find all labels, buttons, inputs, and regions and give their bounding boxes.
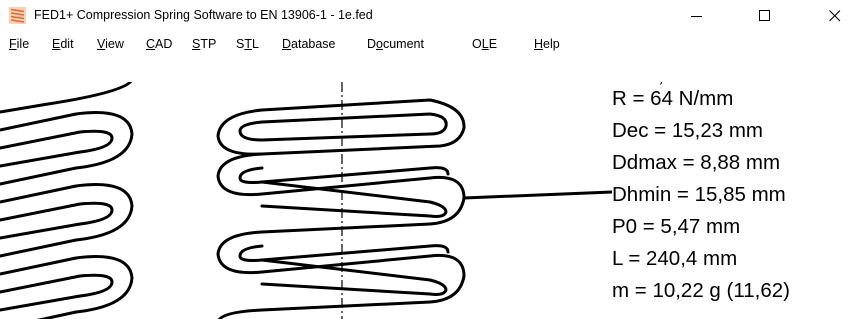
minimize-button[interactable]: [674, 0, 720, 31]
menu-view[interactable]: View: [97, 32, 124, 56]
result-dhmin: Dhmin = 15,85 mm: [612, 183, 786, 206]
minimize-icon: [691, 15, 702, 17]
menu-document[interactable]: Document: [367, 32, 424, 56]
menu-file[interactable]: File: [9, 32, 29, 56]
close-icon: [829, 9, 841, 21]
menu-stl[interactable]: STL: [236, 32, 259, 56]
result-spring-rate: R = 64 N/mm: [612, 87, 734, 110]
menu-bar: File Edit View CAD STP STL Database Docu…: [0, 32, 859, 56]
result-mass: m = 10,22 g (11,62): [612, 279, 790, 302]
title-bar[interactable]: FED1+ Compression Spring Software to EN …: [0, 0, 859, 31]
result-ddmax: Ddmax = 8,88 mm: [612, 151, 781, 174]
menu-stp[interactable]: STP: [192, 32, 216, 56]
result-length: L = 240,4 mm: [612, 247, 738, 270]
maximize-button[interactable]: [742, 0, 788, 31]
close-button[interactable]: [812, 0, 858, 31]
menu-help[interactable]: Help: [534, 32, 560, 56]
result-p0: P0 = 5,47 mm: [612, 215, 741, 238]
menu-database[interactable]: Database: [282, 32, 336, 56]
menu-edit[interactable]: Edit: [52, 32, 74, 56]
maximize-icon: [759, 9, 770, 21]
spring-drawing[interactable]: [0, 82, 612, 319]
menu-cad[interactable]: CAD: [146, 32, 172, 56]
results-panel: n = 3,77 R = 64 N/mm Dec = 15,23 mm Ddma…: [612, 82, 859, 319]
window-title: FED1+ Compression Spring Software to EN …: [34, 8, 373, 22]
result-dec: Dec = 15,23 mm: [612, 119, 763, 142]
menu-ole[interactable]: OLE: [472, 32, 497, 56]
spring-app-icon[interactable]: [9, 7, 26, 24]
